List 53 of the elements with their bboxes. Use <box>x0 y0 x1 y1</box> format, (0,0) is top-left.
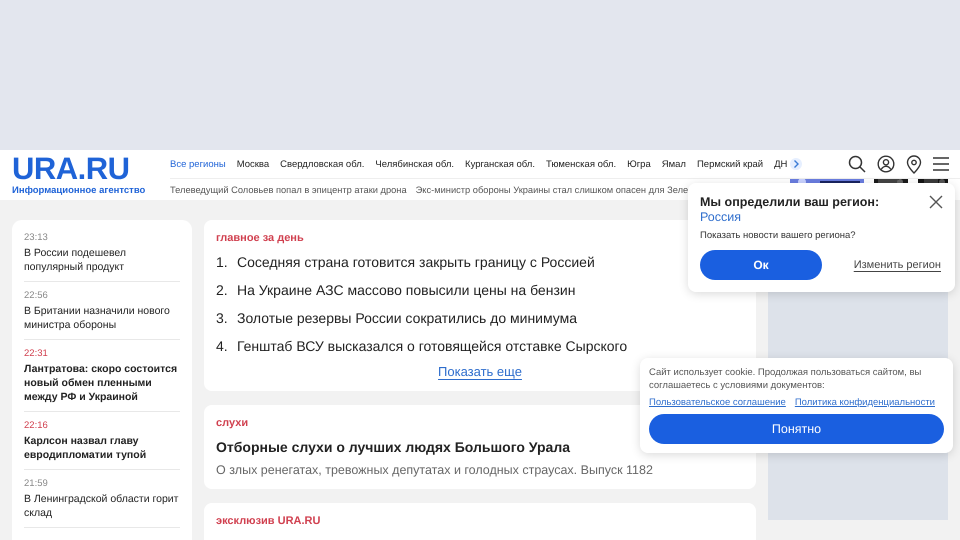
document-link[interactable]: Пользовательское соглашение <box>649 397 786 408</box>
article-summary: О злых ренегатах, тревожных депутатах и голодных страусах. Выпуск 1182 <box>216 463 653 477</box>
region-tab[interactable]: Челябинская обл. <box>375 158 454 170</box>
news-time: 23:13 <box>24 232 49 243</box>
region-tab[interactable]: Все регионы <box>170 158 226 170</box>
region-tab[interactable]: Пермский край <box>696 158 764 170</box>
change-region-link[interactable]: Изменить регион <box>854 259 941 271</box>
news-headline[interactable]: В России подешевел популярный продукт <box>24 246 180 274</box>
popup-question: Показать новости вашего региона? <box>700 230 856 241</box>
ticker-headline[interactable]: Экс-министр обороны Украины стал слишком опасен для Зеле <box>416 184 688 194</box>
section-label: эксклюзив URA.RU <box>216 515 320 527</box>
item-number: 3. <box>216 310 228 326</box>
item-number: 2. <box>216 282 228 298</box>
logo-subtitle: Информационное агентство <box>12 184 146 196</box>
document-link[interactable]: Политика конфиденциальности <box>794 397 935 408</box>
region-tab[interactable]: ДН <box>774 158 788 170</box>
region-tab[interactable]: Тюменская обл. <box>546 158 616 170</box>
popup-title: Мы определили ваш регион: <box>700 195 880 209</box>
region-tab[interactable]: Свердловская обл. <box>280 158 364 170</box>
news-headline[interactable]: В Ленинградской области горит склад <box>24 492 180 520</box>
news-headline[interactable]: Карлсон назвал главу евродипломатии тупой <box>24 434 180 462</box>
menu-icon[interactable] <box>933 157 949 171</box>
ticker-headline[interactable]: Телеведущий Соловьев попал в эпицентр атаки дрона <box>170 184 407 194</box>
news-headline[interactable]: На Украине АЗС массово повысили цены на бензин <box>237 282 576 298</box>
section-label: главное за день <box>216 232 304 244</box>
ok-button[interactable]: Ок <box>700 250 822 280</box>
news-time: 21:59 <box>24 478 49 489</box>
news-time: 22:16 <box>24 420 49 431</box>
news-time: 22:56 <box>24 290 49 301</box>
search-icon[interactable] <box>848 155 866 173</box>
news-time: 22:31 <box>24 348 49 359</box>
chevron-right-icon[interactable] <box>790 158 802 170</box>
news-headline[interactable]: Генштаб ВСУ высказался о готовящейся отставке Сырского <box>237 338 628 354</box>
news-headline[interactable]: Золотые резервы России сократились до минимума <box>237 310 578 326</box>
item-number: 4. <box>216 338 228 354</box>
site-logo[interactable]: URA.RU <box>12 154 158 182</box>
region-tab[interactable]: Ямал <box>662 158 686 170</box>
region-tab[interactable]: Москва <box>236 158 270 170</box>
accept-button[interactable]: Понятно <box>649 414 944 444</box>
user-icon[interactable] <box>877 155 895 173</box>
section-label: слухи <box>216 417 248 429</box>
close-icon[interactable] <box>929 195 943 209</box>
region-tab[interactable]: Курганская обл. <box>465 158 535 170</box>
news-headline[interactable]: Соседняя страна готовится закрыть границу с Россией <box>237 254 595 270</box>
location-pin-icon[interactable] <box>906 154 922 174</box>
region-tab[interactable]: Югра <box>627 158 651 170</box>
news-headline[interactable]: Лантратова: скоро состоится новый обмен пленными между РФ и Украиной <box>24 362 180 404</box>
article-title[interactable]: Отборные слухи о лучших людях Большого Урала <box>216 439 570 455</box>
cookie-notice: Сайт использует cookie. Продолжая пользоваться сайтом, вы соглашаетесь с условиями документов: <box>649 366 922 392</box>
show-more-link[interactable]: Показать еще <box>438 364 522 379</box>
item-number: 1. <box>216 254 228 270</box>
detected-region: Россия <box>700 210 741 224</box>
news-headline[interactable]: В Британии назначили нового министра обороны <box>24 304 180 332</box>
